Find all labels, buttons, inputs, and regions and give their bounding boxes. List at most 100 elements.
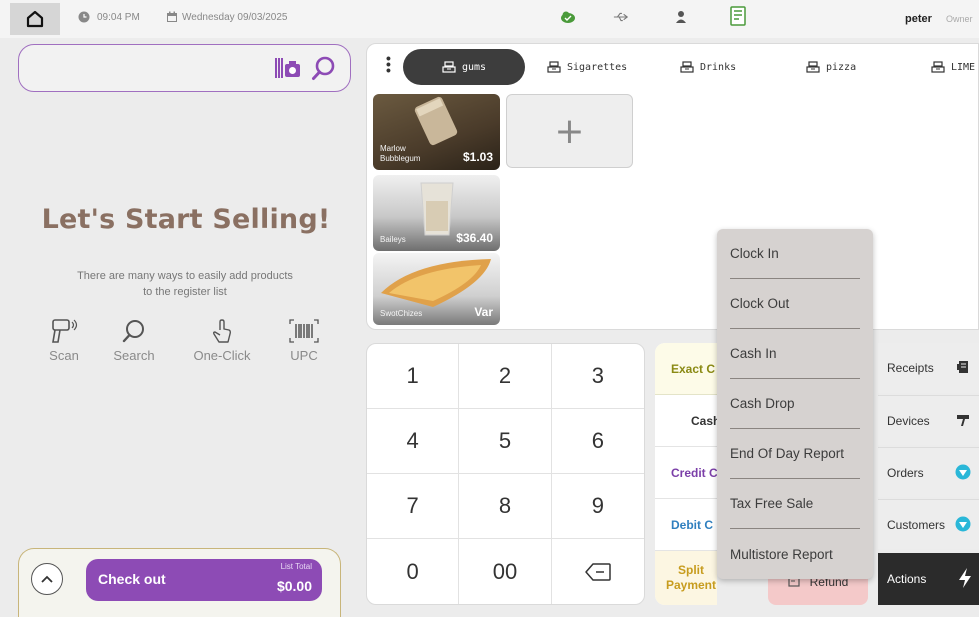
product-panel: • • • gums Sigarettes Drinks pizza LIME Ma… xyxy=(366,43,979,330)
checkout-button[interactable]: Check out List Total $0.00 xyxy=(86,559,322,601)
key-2[interactable]: 2 xyxy=(459,344,552,409)
tab-gums[interactable]: gums xyxy=(403,49,525,85)
product-tile-baileys[interactable]: Baileys $36.40 xyxy=(373,175,500,251)
usb-icon[interactable] xyxy=(613,9,629,25)
method-scan: Scan xyxy=(28,318,100,363)
receipt-icon xyxy=(955,359,971,375)
key-6[interactable]: 6 xyxy=(551,409,644,474)
tab-pizza[interactable]: pizza xyxy=(794,49,868,85)
backspace-icon xyxy=(585,562,611,581)
tab-lime[interactable]: LIME xyxy=(919,49,975,85)
user-icon[interactable] xyxy=(673,9,689,25)
devices-button[interactable]: Devices xyxy=(878,395,979,445)
list-total-label: List Total xyxy=(280,562,312,571)
key-8[interactable]: 8 xyxy=(459,474,552,539)
top-bar: 09:04 PM Wednesday 09/03/2025 peter Owne… xyxy=(0,0,979,38)
menu-item-tax-free-sale[interactable]: Tax Free Sale xyxy=(730,479,860,529)
cloud-sync-icon[interactable] xyxy=(560,9,576,25)
barcode-camera-icon[interactable] xyxy=(274,56,302,85)
receipts-label: Receipts xyxy=(887,361,934,375)
cash-button[interactable]: Cash xyxy=(655,395,717,447)
register-category-icon xyxy=(547,61,561,73)
product-price: Var xyxy=(474,305,493,319)
key-1[interactable]: 1 xyxy=(367,344,460,409)
customers-button[interactable]: Customers xyxy=(878,499,979,549)
menu-item-cash-drop[interactable]: Cash Drop xyxy=(730,379,860,429)
tab-drinks[interactable]: Drinks xyxy=(668,49,748,85)
search-icon[interactable] xyxy=(311,55,337,86)
devices-icon xyxy=(955,412,971,428)
receipts-button[interactable]: Receipts xyxy=(878,343,979,393)
expand-cart-button[interactable] xyxy=(31,563,63,595)
tab-pizza-label: pizza xyxy=(826,61,857,73)
user-name[interactable]: peter xyxy=(905,13,932,25)
current-date: Wednesday 09/03/2025 xyxy=(182,12,288,23)
menu-item-multistore-report[interactable]: Multistore Report xyxy=(730,529,860,579)
key-9[interactable]: 9 xyxy=(551,474,644,539)
method-upc: UPC xyxy=(268,318,340,363)
actions-label: Actions xyxy=(887,572,927,586)
actions-dropdown-menu: Clock In Clock Out Cash In Cash Drop End… xyxy=(717,229,873,579)
exact-cash-button[interactable]: Exact C xyxy=(655,343,717,395)
product-name-line-2: SwotChizes xyxy=(380,309,423,318)
key-7[interactable]: 7 xyxy=(367,474,460,539)
tab-gums-label: gums xyxy=(461,61,487,73)
orders-label: Orders xyxy=(887,465,924,480)
list-total-amount: $0.00 xyxy=(276,578,312,594)
orders-badge-icon xyxy=(955,464,971,480)
product-name: Baileys xyxy=(380,235,406,245)
tab-drinks-label: Drinks xyxy=(700,61,737,73)
register-category-icon xyxy=(680,61,694,73)
user-role: Owner xyxy=(946,14,973,24)
subtext-line-1: There are many ways to easily add produc… xyxy=(77,270,293,282)
credit-card-button[interactable]: Credit C xyxy=(655,447,717,499)
product-name-line-2: Baileys xyxy=(380,235,406,244)
product-name: SwotChizes xyxy=(380,309,422,319)
register-icon[interactable] xyxy=(728,5,748,27)
checkout-label: Check out xyxy=(98,571,166,587)
add-product-button[interactable]: + xyxy=(506,94,633,168)
scanner-icon xyxy=(28,318,100,344)
checkout-bar: Check out List Total $0.00 xyxy=(18,548,341,617)
key-5[interactable]: 5 xyxy=(459,409,552,474)
empty-cart-subtext: There are many ways to easily add produc… xyxy=(40,268,330,300)
key-0[interactable]: 0 xyxy=(367,539,460,604)
actions-button[interactable]: Actions xyxy=(878,553,979,605)
product-tile-swotchizes[interactable]: SwotChizes Var xyxy=(373,253,500,325)
product-price: $1.03 xyxy=(462,150,493,164)
home-icon xyxy=(26,10,44,28)
home-button[interactable] xyxy=(10,3,60,35)
product-name: Marlow Bubblegum xyxy=(380,144,420,164)
search-input[interactable] xyxy=(33,57,263,79)
method-one-click-label: One-Click xyxy=(193,348,251,363)
orders-button[interactable]: Orders xyxy=(878,447,979,497)
menu-item-clock-in[interactable]: Clock In xyxy=(730,229,860,279)
menu-item-clock-out[interactable]: Clock Out xyxy=(730,279,860,329)
debit-card-button[interactable]: Debit C xyxy=(655,499,717,551)
method-one-click: One-Click xyxy=(186,318,258,363)
tab-sigarettes[interactable]: Sigarettes xyxy=(535,49,639,85)
product-tile-marlow-bubblegum[interactable]: Marlow Bubblegum $1.03 xyxy=(373,94,500,170)
customers-label: Customers xyxy=(887,517,946,532)
split-payment-button[interactable]: Split Payment xyxy=(655,551,717,605)
more-options-icon[interactable]: • • • xyxy=(386,51,391,77)
plus-icon: + xyxy=(554,110,585,152)
backspace-key[interactable] xyxy=(552,539,644,604)
customers-badge-icon xyxy=(955,516,971,532)
key-3[interactable]: 3 xyxy=(551,344,644,409)
numeric-keypad: 1 2 3 4 5 6 7 8 9 0 00 xyxy=(366,343,645,605)
register-category-icon xyxy=(806,61,820,73)
menu-item-cash-in[interactable]: Cash In xyxy=(730,329,860,379)
key-4[interactable]: 4 xyxy=(367,409,460,474)
menu-item-end-of-day-report[interactable]: End Of Day Report xyxy=(730,429,860,479)
barcode-icon xyxy=(268,318,340,344)
lightning-icon xyxy=(957,567,973,592)
key-00[interactable]: 00 xyxy=(459,539,552,604)
product-price: $36.40 xyxy=(456,231,493,245)
payment-options: Exact C Cash Credit C Debit C Split Paym… xyxy=(655,343,717,605)
product-search-box[interactable] xyxy=(18,44,351,92)
devices-label: Devices xyxy=(887,413,930,428)
product-name-line-2: Bubblegum xyxy=(380,154,421,163)
subtext-line-2: to the register list xyxy=(143,286,227,298)
method-upc-label: UPC xyxy=(290,348,318,363)
